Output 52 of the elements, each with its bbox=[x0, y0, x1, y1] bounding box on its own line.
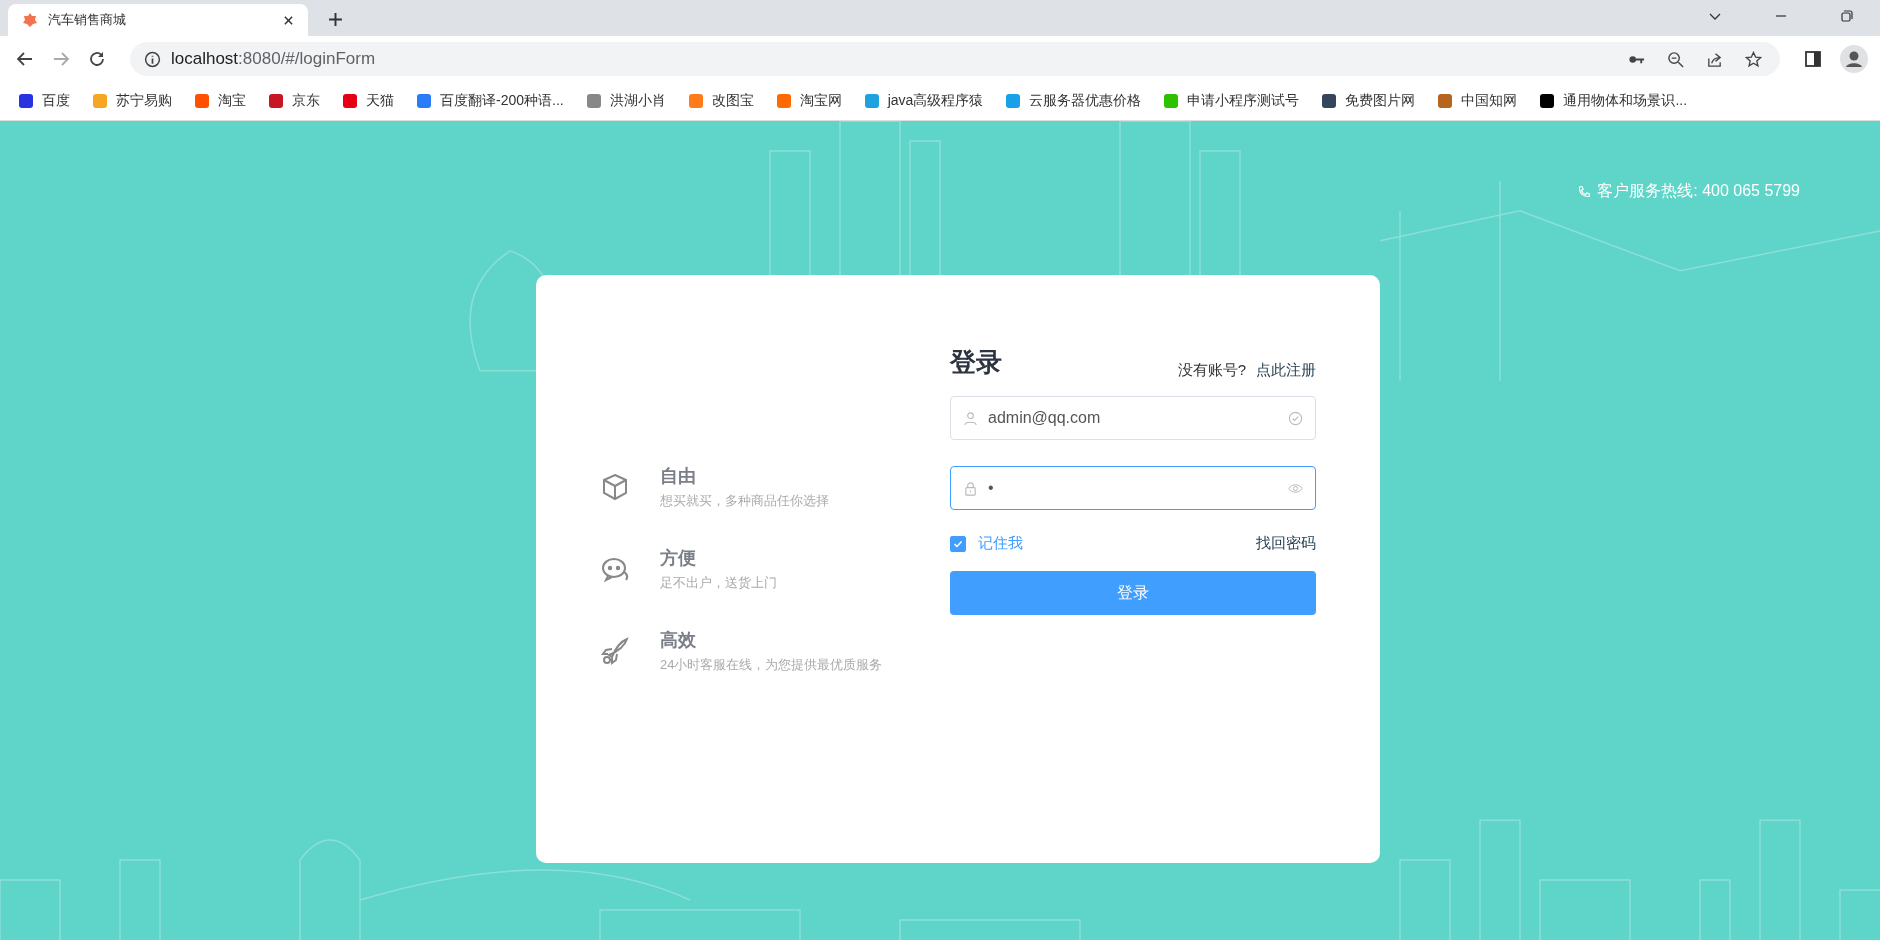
address-bar[interactable]: localhost:8080/#/loginForm bbox=[130, 42, 1780, 76]
field-value: admin@qq.com bbox=[988, 409, 1102, 427]
email-field[interactable]: admin@qq.com bbox=[950, 396, 1316, 440]
info-icon bbox=[144, 50, 161, 68]
bookmark-item[interactable]: 中国知网 bbox=[1437, 92, 1518, 110]
browser-tab[interactable]: 汽车销售商城 bbox=[8, 4, 308, 36]
bookmark-item[interactable]: 天猫 bbox=[342, 92, 394, 110]
feature-description: 足不出户，送货上门 bbox=[660, 574, 777, 592]
bookmark-item[interactable]: 淘宝 bbox=[194, 92, 246, 110]
rocket-icon bbox=[600, 636, 630, 666]
bookmark-item[interactable]: 淘宝网 bbox=[775, 92, 842, 110]
bookmark-item[interactable]: 京东 bbox=[268, 92, 320, 110]
bookmark-item[interactable]: 苏宁易购 bbox=[92, 92, 172, 110]
flower-icon bbox=[22, 12, 38, 28]
field-value: • bbox=[988, 479, 995, 497]
bookmark-item[interactable]: 百度 bbox=[18, 92, 70, 110]
bookmark-item[interactable]: 免费图片网 bbox=[1321, 92, 1416, 110]
feature-description: 24小时客服在线，为您提供最优质服务 bbox=[660, 656, 883, 674]
cube-icon bbox=[600, 472, 630, 502]
bookmark-item[interactable]: java高级程序猿 bbox=[863, 92, 984, 110]
user-icon bbox=[963, 410, 978, 426]
feature-description: 想买就买，多种商品任你选择 bbox=[660, 492, 829, 510]
bookmark-item[interactable]: 百度翻译-200种语... bbox=[416, 92, 564, 110]
bookmark-item[interactable]: 申请小程序测试号 bbox=[1163, 92, 1300, 110]
no-account-text: 没有账号? bbox=[1177, 361, 1246, 380]
star-icon[interactable] bbox=[1745, 50, 1762, 68]
tab-title: 汽车销售商城 bbox=[48, 11, 127, 29]
bookmark-item[interactable]: 云服务器优惠价格 bbox=[1005, 92, 1142, 110]
lock-icon bbox=[963, 480, 978, 496]
bookmark-item[interactable]: 通用物体和场景识... bbox=[1539, 92, 1688, 110]
feature-title: 自由 bbox=[660, 465, 697, 488]
back-arrow-icon[interactable] bbox=[16, 50, 34, 68]
reload-icon[interactable] bbox=[88, 50, 106, 68]
remember-checkbox[interactable] bbox=[950, 535, 966, 552]
new-tab-icon[interactable] bbox=[328, 12, 343, 27]
restore-icon[interactable] bbox=[1840, 9, 1854, 23]
feature-title: 高效 bbox=[660, 629, 697, 652]
profile-avatar-icon[interactable] bbox=[1840, 45, 1868, 73]
register-link[interactable]: 点此注册 bbox=[1256, 361, 1316, 380]
password-field[interactable]: • bbox=[950, 466, 1316, 510]
side-panel-icon[interactable] bbox=[1804, 50, 1822, 68]
phone-icon bbox=[1577, 184, 1592, 199]
feature-title: 方便 bbox=[660, 547, 697, 570]
url-text: localhost:8080/#/loginForm bbox=[171, 49, 376, 69]
login-title: 登录 bbox=[950, 346, 1002, 379]
bookmark-item[interactable]: 改图宝 bbox=[687, 92, 754, 110]
bookmark-item[interactable]: 洪湖小肖 bbox=[585, 92, 666, 110]
remember-label: 记住我 bbox=[978, 534, 1023, 553]
hotline-label: 客户服务热线: 400 065 5799 bbox=[1597, 181, 1800, 201]
close-icon[interactable] bbox=[283, 14, 294, 26]
forgot-password-link[interactable]: 找回密码 bbox=[1256, 534, 1316, 553]
zoom-out-icon[interactable] bbox=[1667, 50, 1684, 68]
